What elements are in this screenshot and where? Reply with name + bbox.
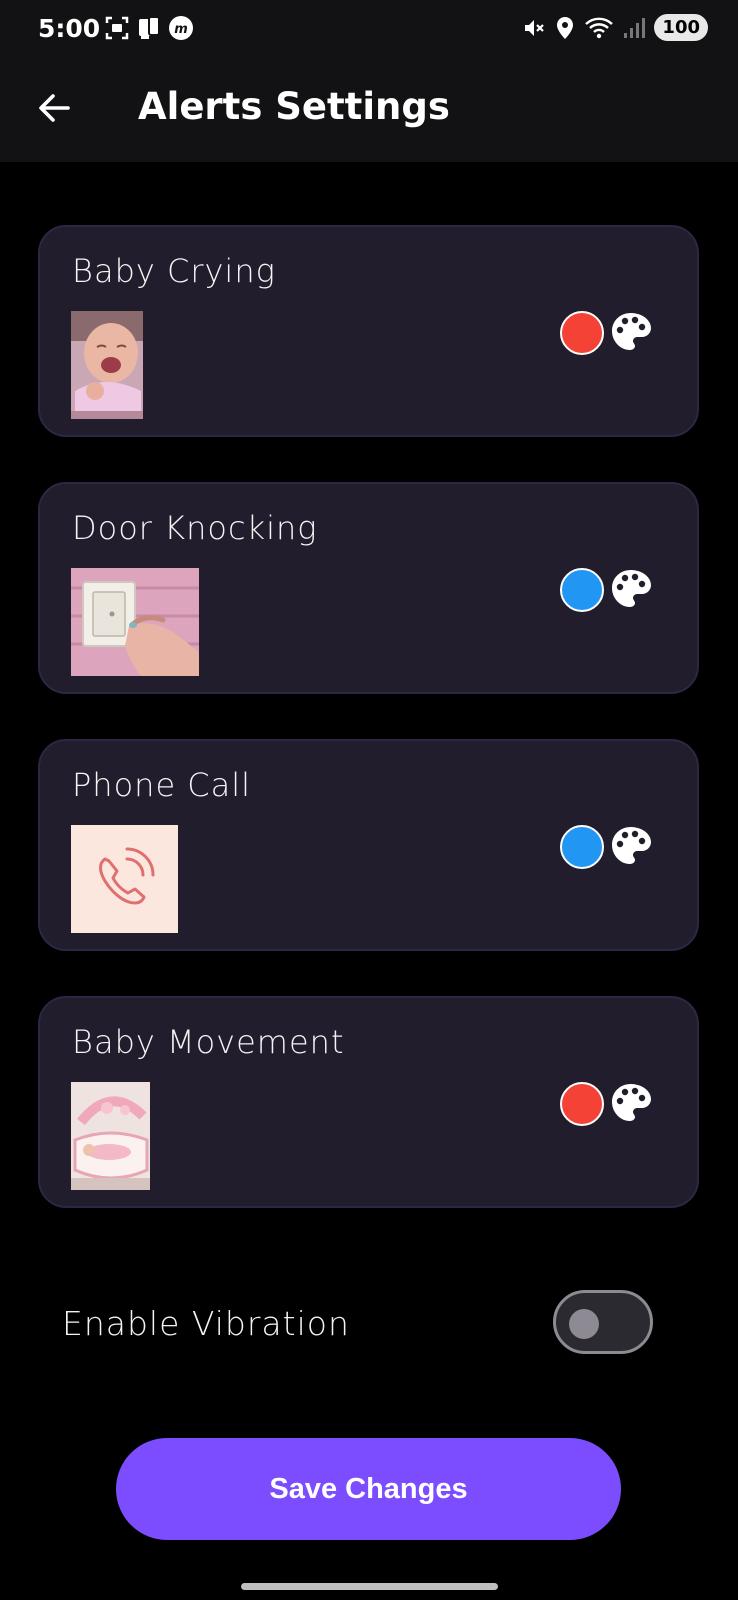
palette-icon [612, 570, 651, 607]
baby-bassinet-photo [71, 1082, 150, 1190]
screenshot-icon [105, 16, 129, 40]
status-bar: 5:00 m 100 [0, 0, 738, 60]
vibration-toggle[interactable] [553, 1290, 653, 1354]
alert-title: Baby Crying [72, 252, 276, 290]
palette-button[interactable] [610, 1082, 652, 1124]
mute-icon [525, 19, 545, 36]
crying-baby-photo [71, 311, 143, 419]
home-indicator[interactable] [241, 1583, 498, 1590]
color-swatch[interactable] [560, 568, 604, 612]
doorbell-photo [71, 568, 199, 676]
alert-title: Baby Movement [72, 1023, 345, 1061]
color-swatch[interactable] [560, 311, 604, 355]
app-bar: Alerts Settings [0, 60, 738, 162]
alert-title: Phone Call [72, 766, 252, 804]
svg-text:m: m [174, 22, 188, 37]
wifi-icon [585, 17, 614, 38]
battery-indicator: 100 [654, 14, 708, 41]
alert-card-baby-crying[interactable]: Baby Crying [38, 225, 699, 437]
status-time: 5:00 [38, 14, 101, 43]
alert-card-phone-call[interactable]: Phone Call [38, 739, 699, 951]
alerts-list: Baby Crying Door Knocking Phone Call Bab… [38, 225, 699, 1253]
toggle-knob [569, 1309, 599, 1339]
alert-card-baby-movement[interactable]: Baby Movement [38, 996, 699, 1208]
status-icons-left: m [104, 15, 194, 41]
back-arrow-icon [39, 94, 70, 122]
color-swatch[interactable] [560, 825, 604, 869]
sim-icon [139, 16, 160, 39]
palette-button[interactable] [610, 825, 652, 867]
save-changes-button[interactable]: Save Changes [116, 1438, 621, 1540]
signal-icon [624, 17, 646, 38]
alert-title: Door Knocking [72, 509, 318, 547]
palette-button[interactable] [610, 568, 652, 610]
page-title: Alerts Settings [138, 85, 450, 128]
palette-icon [612, 313, 651, 350]
status-icons-right: 100 [522, 14, 708, 41]
vibration-label: Enable Vibration [62, 1304, 350, 1343]
palette-icon [612, 1084, 651, 1121]
palette-icon [612, 827, 651, 864]
back-button[interactable] [30, 84, 78, 132]
vibration-setting: Enable Vibration [0, 1290, 738, 1358]
alert-card-door-knocking[interactable]: Door Knocking [38, 482, 699, 694]
phone-call-icon [71, 825, 178, 933]
location-icon [557, 16, 574, 39]
app-icon: m [169, 16, 193, 40]
palette-button[interactable] [610, 311, 652, 353]
color-swatch[interactable] [560, 1082, 604, 1126]
